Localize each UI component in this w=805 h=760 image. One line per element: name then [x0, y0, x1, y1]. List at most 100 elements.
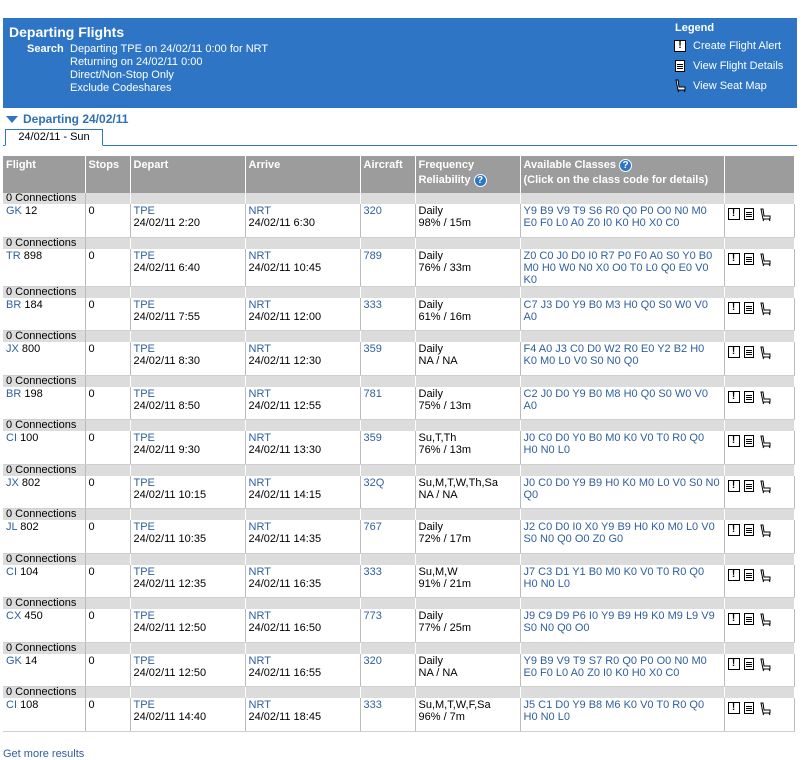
arrive-airport-link[interactable]: NRT [249, 655, 357, 667]
arrive-airport-link[interactable]: NRT [249, 477, 357, 489]
seat-icon[interactable] [758, 391, 772, 405]
class-codes-link[interactable]: Z0 C0 J0 D0 I0 R7 P0 F0 A0 S0 Y0 B0 M0 H… [524, 250, 713, 286]
seat-map-button[interactable] [758, 702, 772, 719]
details-icon[interactable] [743, 435, 754, 447]
seat-icon[interactable] [758, 302, 772, 316]
seat-map-button[interactable] [758, 569, 772, 586]
depart-airport-link[interactable]: TPE [134, 343, 242, 355]
arrive-airport-link[interactable]: NRT [249, 388, 357, 400]
alert-icon[interactable]: ! [727, 435, 740, 447]
seat-icon[interactable] [758, 658, 772, 672]
seat-map-button[interactable] [758, 480, 772, 497]
seat-icon[interactable] [758, 613, 772, 627]
seat-map-button[interactable] [758, 391, 772, 408]
arrive-airport-link[interactable]: NRT [249, 521, 357, 533]
seat-map-button[interactable] [758, 253, 772, 270]
airline-link[interactable]: CI [6, 699, 17, 711]
alert-icon[interactable]: ! [727, 524, 740, 536]
arrive-airport-link[interactable]: NRT [249, 250, 357, 262]
details-icon[interactable] [743, 208, 754, 220]
airline-link[interactable]: CI [6, 566, 17, 578]
seat-icon[interactable] [758, 480, 772, 494]
details-icon[interactable] [743, 301, 754, 314]
alert-icon[interactable]: ! [727, 613, 740, 625]
class-codes-link[interactable]: F4 A0 J3 C0 D0 W2 R0 E0 Y2 B2 H0 K0 M0 L… [524, 343, 705, 367]
depart-airport-link[interactable]: TPE [134, 205, 242, 217]
details-icon[interactable] [743, 346, 754, 358]
seat-map-button[interactable] [758, 524, 772, 541]
class-codes-link[interactable]: Y9 B9 V9 T9 S6 R0 Q0 P0 O0 N0 M0 E0 F0 L… [524, 205, 707, 229]
tab-date[interactable]: 24/02/11 - Sun [5, 129, 103, 146]
arrive-airport-link[interactable]: NRT [249, 432, 357, 444]
seat-icon[interactable] [758, 702, 772, 716]
seat-map-button[interactable] [758, 346, 772, 363]
seat-map-button[interactable] [758, 658, 772, 675]
help-icon[interactable]: ? [619, 158, 633, 172]
depart-airport-link[interactable]: TPE [134, 250, 242, 262]
airline-link[interactable]: GK [6, 655, 22, 667]
alert-icon[interactable]: ! [727, 702, 740, 714]
class-codes-link[interactable]: J0 C0 D0 Y9 B9 H0 K0 M0 L0 V0 S0 N0 Q0 [524, 477, 720, 501]
details-icon[interactable] [743, 657, 754, 670]
details-icon[interactable] [743, 390, 754, 403]
aircraft-link[interactable]: 333 [364, 566, 382, 578]
depart-airport-link[interactable]: TPE [134, 699, 242, 711]
aircraft-link[interactable]: 333 [364, 299, 382, 311]
seat-icon[interactable] [758, 346, 772, 360]
class-codes-link[interactable]: J5 C1 D0 Y9 B8 M6 K0 V0 T0 R0 Q0 H0 N0 L… [524, 699, 705, 723]
aircraft-link[interactable]: 767 [364, 521, 382, 533]
aircraft-link[interactable]: 333 [364, 699, 382, 711]
arrive-airport-link[interactable]: NRT [249, 699, 357, 711]
airline-link[interactable]: BR [6, 388, 21, 400]
airline-link[interactable]: TR [6, 250, 21, 262]
airline-link[interactable]: JL [6, 521, 17, 533]
arrive-airport-link[interactable]: NRT [249, 205, 357, 217]
alert-icon[interactable]: ! [727, 346, 740, 358]
get-more-results-link[interactable]: Get more results [3, 748, 84, 760]
airline-link[interactable]: GK [6, 205, 22, 217]
class-codes-link[interactable]: J2 C0 D0 I0 X0 Y9 B9 H0 K0 M0 L0 V0 S0 N… [524, 521, 715, 545]
alert-icon[interactable]: ! [727, 568, 740, 581]
class-codes-link[interactable]: J0 C0 D0 Y0 B0 M0 K0 V0 T0 R0 Q0 H0 N0 L… [524, 432, 705, 456]
depart-airport-link[interactable]: TPE [134, 388, 242, 400]
seat-icon[interactable] [758, 253, 772, 267]
depart-airport-link[interactable]: TPE [134, 566, 242, 578]
aircraft-link[interactable]: 789 [364, 250, 382, 262]
depart-airport-link[interactable]: TPE [134, 655, 242, 667]
aircraft-link[interactable]: 781 [364, 388, 382, 400]
arrive-airport-link[interactable]: NRT [249, 299, 357, 311]
class-codes-link[interactable]: Y9 B9 V9 T9 S7 R0 Q0 P0 O0 N0 M0 E0 F0 L… [524, 655, 707, 679]
aircraft-link[interactable]: 773 [364, 610, 382, 622]
class-codes-link[interactable]: J9 C9 D9 P6 I0 Y9 B9 H9 K0 M9 L9 V9 S0 N… [524, 610, 715, 634]
aircraft-link[interactable]: 320 [364, 205, 382, 217]
airline-link[interactable]: CI [6, 432, 17, 444]
details-icon[interactable] [743, 252, 754, 265]
departing-toggle[interactable]: Departing 24/02/11 [6, 112, 128, 126]
class-codes-link[interactable]: C7 J3 D0 Y9 B0 M3 H0 Q0 S0 W0 V0 A0 [524, 299, 708, 323]
alert-icon[interactable]: ! [727, 479, 740, 492]
airline-link[interactable]: CX [6, 610, 21, 622]
seat-map-button[interactable] [758, 613, 772, 630]
class-codes-link[interactable]: J7 C3 D1 Y1 B0 M0 K0 V0 T0 R0 Q0 H0 N0 L… [524, 566, 705, 590]
details-icon[interactable] [743, 479, 754, 492]
airline-link[interactable]: JX [6, 343, 19, 355]
alert-icon[interactable]: ! [727, 657, 740, 670]
alert-icon[interactable]: ! [727, 390, 740, 403]
details-icon[interactable] [743, 702, 754, 714]
seat-map-button[interactable] [758, 435, 772, 452]
depart-airport-link[interactable]: TPE [134, 610, 242, 622]
seat-icon[interactable] [758, 524, 772, 538]
arrive-airport-link[interactable]: NRT [249, 566, 357, 578]
seat-icon[interactable] [758, 569, 772, 583]
seat-icon[interactable] [758, 435, 772, 449]
aircraft-link[interactable]: 359 [364, 343, 382, 355]
seat-map-button[interactable] [758, 302, 772, 319]
seat-map-button[interactable] [758, 208, 772, 225]
aircraft-link[interactable]: 320 [364, 655, 382, 667]
depart-airport-link[interactable]: TPE [134, 477, 242, 489]
arrive-airport-link[interactable]: NRT [249, 610, 357, 622]
arrive-airport-link[interactable]: NRT [249, 343, 357, 355]
seat-icon[interactable] [758, 208, 772, 222]
aircraft-link[interactable]: 359 [364, 432, 382, 444]
airline-link[interactable]: JX [6, 477, 19, 489]
